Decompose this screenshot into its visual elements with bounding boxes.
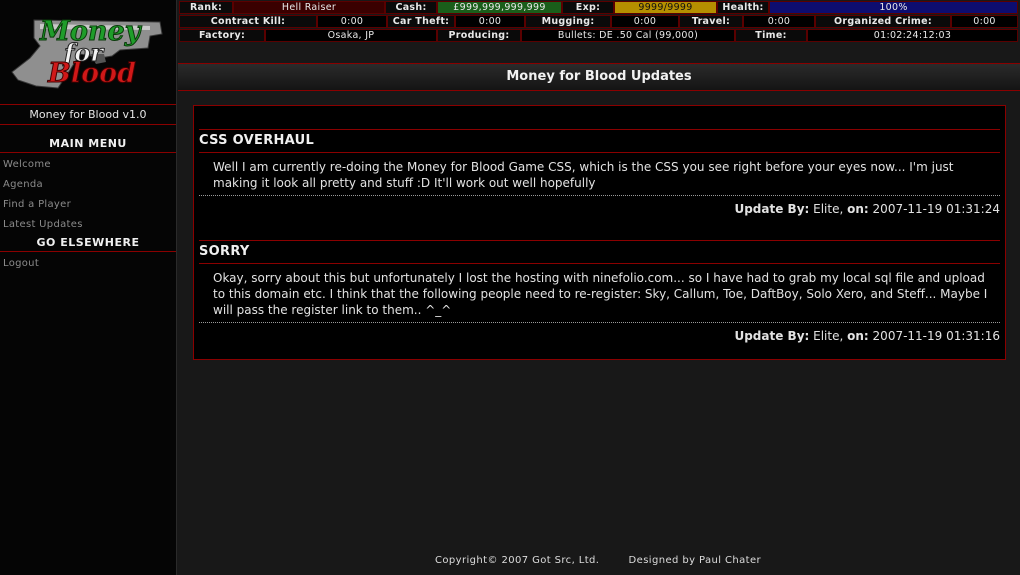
mugging-label: Mugging: [525, 15, 611, 28]
update-on-label: on: [847, 202, 869, 216]
update-title: SORRY [199, 240, 1000, 264]
footer: Copyright© 2007 Got Src, Ltd. Designed b… [435, 555, 855, 566]
contract-kill-label: Contract Kill: [179, 15, 317, 28]
main-menu-heading: MAIN MENU [0, 137, 176, 153]
car-theft-label: Car Theft: [387, 15, 455, 28]
update-divider [199, 195, 1000, 196]
gun-logo-icon: Money for Blood [11, 16, 163, 90]
factory-value: Osaka, JP [265, 29, 437, 42]
cash-value: £999,999,999,999 [437, 1, 562, 14]
update-on-label: on: [847, 329, 869, 343]
producing-value: Bullets: DE .50 Cal (99,000) [521, 29, 735, 42]
contract-kill-timer: 0:00 [317, 15, 387, 28]
exp-label: Exp: [562, 1, 614, 14]
time-label: Time: [735, 29, 807, 42]
update-body: Okay, sorry about this but unfortunately… [213, 271, 988, 317]
update-author: Elite, [813, 329, 844, 343]
exp-value: 9999/9999 [614, 1, 717, 14]
mugging-timer: 0:00 [611, 15, 679, 28]
updates-panel: CSS OVERHAUL Well I am currently re-doin… [193, 105, 1006, 360]
logo-word-blood: Blood [47, 58, 136, 89]
rank-value: Hell Raiser [233, 1, 385, 14]
copyright-text: Copyright© 2007 Got Src, Ltd. [435, 555, 600, 566]
travel-label: Travel: [679, 15, 743, 28]
menu-item-latest-updates[interactable]: Latest Updates [3, 217, 83, 233]
game-version: Money for Blood v1.0 [0, 104, 176, 125]
sidebar: Money for Blood Money for Blood v1.0 MAI… [0, 0, 177, 575]
health-label: Health: [717, 1, 769, 14]
menu-item-find-player[interactable]: Find a Player [3, 197, 71, 213]
menu-item-logout[interactable]: Logout [3, 256, 39, 272]
organized-crime-timer: 0:00 [951, 15, 1018, 28]
update-meta: Update By: Elite, on: 2007-11-19 01:31:1… [734, 329, 1000, 343]
stats-row-1: Rank: Hell Raiser Cash: £999,999,999,999… [179, 1, 1018, 14]
update-meta: Update By: Elite, on: 2007-11-19 01:31:2… [734, 202, 1000, 216]
rank-label: Rank: [179, 1, 233, 14]
cash-label: Cash: [385, 1, 437, 14]
designer-credit: Designed by Paul Chater [628, 555, 762, 566]
time-value: 01:02:24:12:03 [807, 29, 1018, 42]
travel-timer: 0:00 [743, 15, 815, 28]
update-body: Well I am currently re-doing the Money f… [213, 160, 954, 190]
factory-label: Factory: [179, 29, 265, 42]
update-by-label: Update By: [734, 202, 810, 216]
page-title: Money for Blood Updates [178, 63, 1020, 91]
game-logo[interactable]: Money for Blood [0, 0, 176, 103]
update-date: 2007-11-19 01:31:24 [872, 202, 1000, 216]
stats-row-2: Contract Kill: 0:00 Car Theft: 0:00 Mugg… [179, 15, 1018, 28]
update-date: 2007-11-19 01:31:16 [872, 329, 1000, 343]
update-by-label: Update By: [734, 329, 810, 343]
menu-item-welcome[interactable]: Welcome [3, 157, 51, 173]
organized-crime-label: Organized Crime: [815, 15, 951, 28]
menu-item-agenda[interactable]: Agenda [3, 177, 43, 193]
health-bar: 100% [769, 1, 1018, 14]
stats-row-3: Factory: Osaka, JP Producing: Bullets: D… [179, 29, 1018, 42]
health-value: 100% [879, 2, 908, 13]
update-author: Elite, [813, 202, 844, 216]
go-elsewhere-heading: GO ELSEWHERE [0, 236, 176, 252]
producing-label: Producing: [437, 29, 521, 42]
update-divider [199, 322, 1000, 323]
update-title: CSS OVERHAUL [199, 129, 1000, 153]
car-theft-timer: 0:00 [455, 15, 525, 28]
